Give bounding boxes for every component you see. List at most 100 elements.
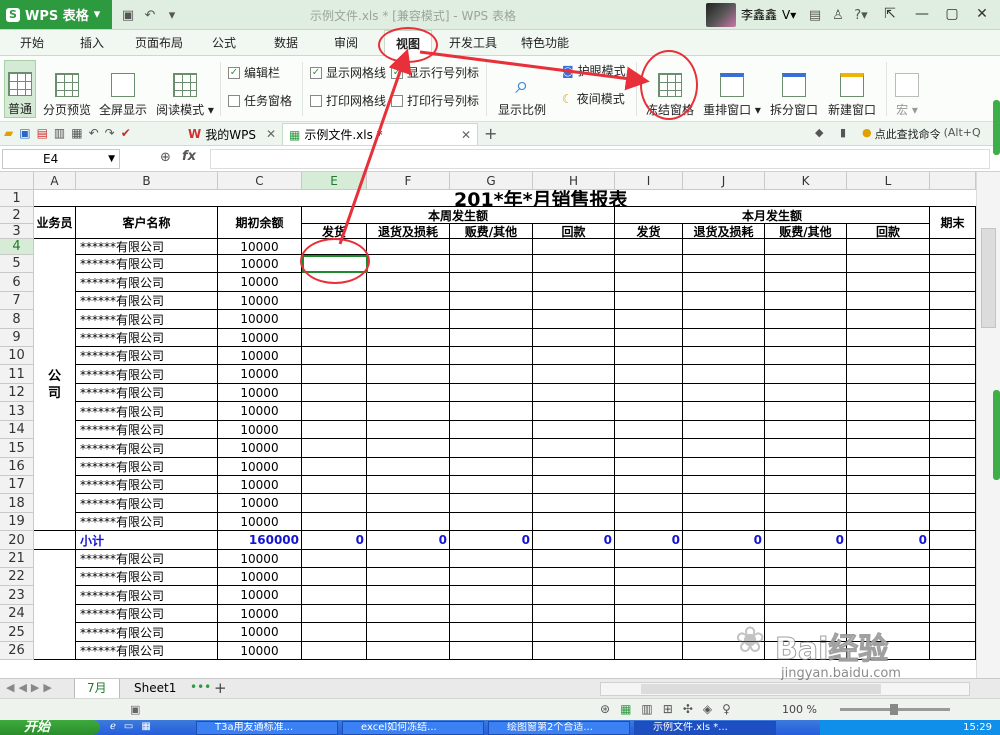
data-cell[interactable]	[847, 239, 930, 255]
taskbar-item-1[interactable]: T3a用友通标准...	[196, 721, 338, 735]
data-cell[interactable]	[302, 384, 367, 402]
data-cell[interactable]	[765, 402, 847, 421]
opening-balance[interactable]: 10000	[218, 384, 302, 402]
page-layout-icon[interactable]: ▥	[641, 702, 652, 716]
subtotal-value[interactable]: 0	[450, 531, 533, 550]
start-button[interactable]: 开始	[0, 720, 100, 735]
opening-balance[interactable]: 10000	[218, 402, 302, 421]
customer-name[interactable]: ******有限公司	[76, 586, 218, 605]
chevron-down-icon[interactable]: ▾	[162, 5, 182, 25]
macro-record-icon[interactable]: ▣	[130, 703, 140, 716]
data-cell[interactable]	[302, 494, 367, 513]
data-cell[interactable]	[765, 494, 847, 513]
data-cell[interactable]	[533, 292, 615, 310]
data-cell[interactable]	[930, 421, 976, 439]
open-folder-icon[interactable]: ▰	[4, 126, 13, 140]
data-cell[interactable]	[450, 458, 533, 476]
data-cell[interactable]	[847, 642, 930, 660]
data-cell[interactable]	[533, 439, 615, 458]
col-header-c[interactable]: C	[218, 172, 302, 190]
zoom-level[interactable]: 100 %	[782, 703, 817, 716]
tab-review[interactable]: 审阅	[322, 30, 370, 56]
data-cell[interactable]	[930, 642, 976, 660]
customer-name[interactable]: ******有限公司	[76, 568, 218, 586]
data-cell[interactable]	[847, 476, 930, 494]
row-header[interactable]: 24	[0, 605, 34, 623]
col-header-f[interactable]: F	[367, 172, 450, 190]
print-preview-icon[interactable]: ▦	[71, 126, 82, 140]
data-cell[interactable]	[847, 329, 930, 347]
data-cell[interactable]	[533, 494, 615, 513]
new-window-button[interactable]: 新建窗口	[824, 60, 880, 118]
data-cell[interactable]	[302, 476, 367, 494]
customer-name[interactable]: ******有限公司	[76, 402, 218, 421]
customer-name[interactable]: ******有限公司	[76, 605, 218, 623]
select-all-corner[interactable]	[0, 172, 34, 190]
normal-view-button[interactable]: 普通	[4, 60, 36, 118]
row-header[interactable]: 16	[0, 458, 34, 476]
data-cell[interactable]	[930, 273, 976, 292]
col-header-g[interactable]: G	[450, 172, 533, 190]
data-cell[interactable]	[683, 513, 765, 531]
data-cell[interactable]	[930, 605, 976, 623]
data-cell[interactable]	[367, 239, 450, 255]
data-cell[interactable]	[533, 586, 615, 605]
customer-name[interactable]: ******有限公司	[76, 439, 218, 458]
subheader[interactable]: 发货	[302, 224, 367, 239]
data-cell[interactable]	[930, 494, 976, 513]
row-header[interactable]: 4	[0, 239, 34, 255]
data-cell[interactable]	[367, 586, 450, 605]
data-cell[interactable]	[683, 273, 765, 292]
col-header-h[interactable]: H	[533, 172, 615, 190]
tab-special[interactable]: 特色功能	[514, 30, 576, 56]
data-cell[interactable]	[615, 458, 683, 476]
data-cell[interactable]	[683, 347, 765, 365]
skin-icon[interactable]: ▤	[805, 5, 825, 25]
data-cell[interactable]	[930, 623, 976, 642]
data-cell[interactable]	[683, 421, 765, 439]
data-cell[interactable]	[450, 476, 533, 494]
tab-start[interactable]: 开始	[8, 30, 56, 56]
help-icon[interactable]: ?▾	[851, 5, 871, 25]
data-cell[interactable]	[683, 605, 765, 623]
data-cell[interactable]	[450, 605, 533, 623]
data-cell[interactable]	[367, 329, 450, 347]
data-cell[interactable]	[367, 568, 450, 586]
opening-balance[interactable]: 10000	[218, 239, 302, 255]
data-cell[interactable]	[683, 586, 765, 605]
side-panel-handle-2[interactable]	[993, 390, 1000, 480]
data-cell[interactable]	[930, 310, 976, 329]
data-cell[interactable]	[683, 402, 765, 421]
subtotal-opening[interactable]: 160000	[218, 531, 302, 550]
data-cell[interactable]	[930, 513, 976, 531]
data-cell[interactable]	[302, 568, 367, 586]
side-panel-handle[interactable]	[993, 100, 1000, 155]
row-header[interactable]: 6	[0, 273, 34, 292]
opening-balance[interactable]: 10000	[218, 292, 302, 310]
data-cell[interactable]	[847, 384, 930, 402]
data-cell[interactable]	[302, 458, 367, 476]
header-opening[interactable]: 期初余额	[218, 207, 302, 239]
customer-name[interactable]: ******有限公司	[76, 458, 218, 476]
eye-mode-icon[interactable]: ◈	[703, 702, 712, 716]
data-cell[interactable]	[533, 273, 615, 292]
data-cell[interactable]	[683, 439, 765, 458]
data-cell[interactable]	[683, 494, 765, 513]
macro-button[interactable]: 宏 ▾	[890, 60, 924, 118]
data-cell[interactable]	[683, 292, 765, 310]
customer-name[interactable]: ******有限公司	[76, 550, 218, 568]
data-cell[interactable]	[367, 476, 450, 494]
night-mode-toggle[interactable]: ☾ 夜间模式	[562, 90, 625, 107]
print-icon[interactable]: ▥	[54, 126, 65, 140]
data-cell[interactable]	[765, 255, 847, 273]
opening-balance[interactable]: 10000	[218, 310, 302, 329]
data-cell[interactable]	[615, 568, 683, 586]
data-cell[interactable]	[367, 513, 450, 531]
customer-name[interactable]: ******有限公司	[76, 476, 218, 494]
data-cell[interactable]	[615, 605, 683, 623]
page-break-icon[interactable]: ⊞	[663, 702, 673, 716]
opening-balance[interactable]: 10000	[218, 365, 302, 384]
row-header[interactable]: 25	[0, 623, 34, 642]
subtotal-cell[interactable]	[34, 531, 76, 550]
data-cell[interactable]	[765, 329, 847, 347]
